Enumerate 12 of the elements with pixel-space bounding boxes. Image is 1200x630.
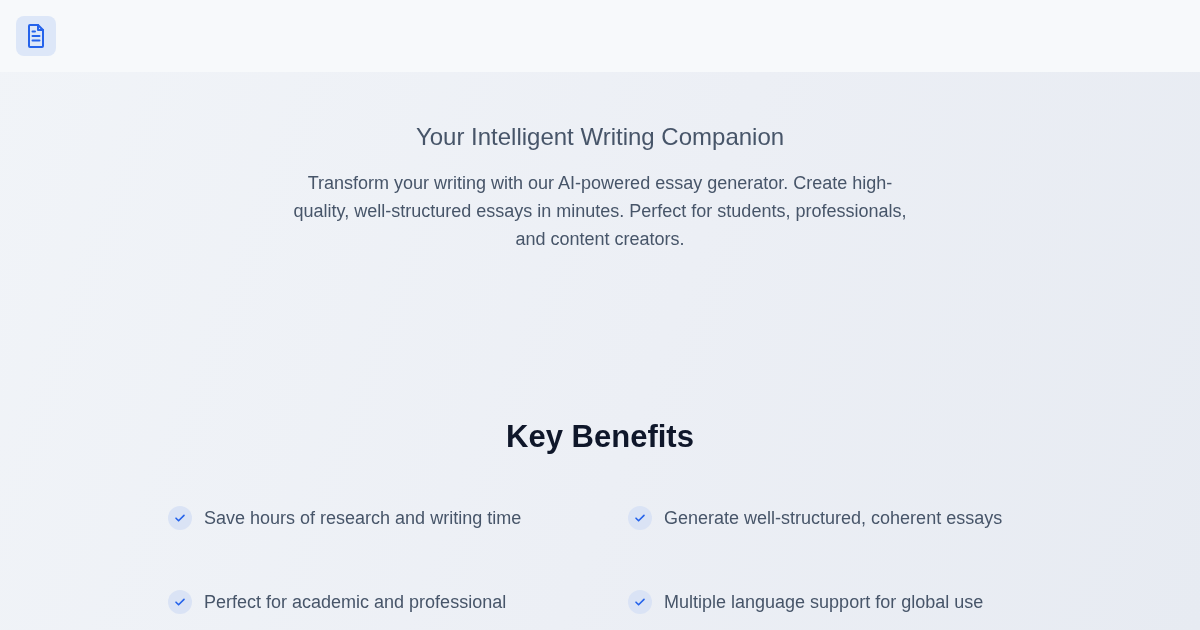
benefit-text: Multiple language support for global use	[664, 591, 984, 614]
benefit-text: Perfect for academic and professional	[204, 591, 507, 614]
check-icon	[168, 590, 192, 614]
benefit-text: Save hours of research and writing time	[204, 507, 522, 530]
hero-description: Transform your writing with our AI-powered essay generator. Create high-quality, well-structured essays in minutes. Perfect for students, professionals, and content creators.	[292, 172, 908, 251]
section-heading: Key Benefits	[506, 418, 694, 456]
benefit-text: Generate well-structured, coherent essays	[664, 507, 1003, 530]
hero-title: Your Intelligent Writing Companion	[415, 122, 785, 152]
check-icon	[168, 506, 192, 530]
check-icon	[628, 590, 652, 614]
document-icon	[16, 16, 56, 56]
check-icon	[628, 506, 652, 530]
